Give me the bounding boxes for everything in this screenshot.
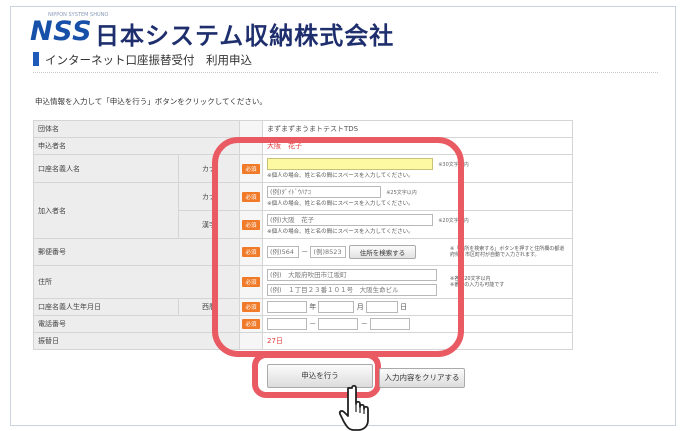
row-address: 住所 必須 (例) 大阪府吹田市江坂町 (例) １丁目２３番１０１号 大阪生命ビ…: [33, 265, 573, 299]
phone-separator: －: [309, 320, 317, 328]
required-badge: 必須: [242, 191, 260, 202]
row-postal: 郵便番号 必須 (例)564 － (例)8523 住所を検索する ※「住所を検索…: [33, 238, 573, 266]
account-holder-note: ※個人の場合、姓と名の間にスペースを入力してください。: [267, 173, 414, 179]
transfer-date-value: 27日: [262, 332, 573, 350]
account-holder-hint: ※30文字以内: [438, 161, 469, 168]
day-unit: 日: [400, 303, 408, 311]
transfer-date-label: 振替日: [33, 332, 240, 350]
postal-label: 郵便番号: [33, 238, 240, 266]
title-divider: [33, 72, 658, 73]
row-transfer-date: 振替日 27日: [33, 332, 573, 350]
member-kanji-hint: ※20文字以内: [438, 217, 469, 224]
row-phone: 電話番号 必須 － －: [33, 315, 573, 333]
title-accent: [33, 52, 39, 66]
phone-2-input[interactable]: [318, 318, 359, 330]
phone-separator: －: [360, 320, 368, 328]
nss-logo: NSS: [30, 16, 93, 47]
address-hint-2: ※番地の入力も可能です: [450, 282, 505, 288]
birth-year-input[interactable]: [267, 301, 307, 313]
account-holder-label: 口座名義人名: [33, 154, 179, 183]
month-unit: 月: [356, 303, 364, 311]
member-kana-hint: ※25文字以内: [386, 189, 417, 196]
row-member-kana: 加入者名 カナ 必須 (例)ﾀﾞｲﾄﾞｳﾊﾅｺ ※25文字以内 ※個人の場合、姓…: [33, 182, 573, 239]
address-search-button[interactable]: 住所を検索する: [348, 245, 417, 259]
member-kanji-note: ※個人の場合、姓と名の間にスペースを入力してください。: [267, 229, 414, 235]
member-label: 加入者名: [33, 182, 179, 239]
applicant-label: 申込者名: [33, 137, 240, 155]
postal-separator: －: [301, 248, 309, 256]
member-kana-input[interactable]: (例)ﾀﾞｲﾄﾞｳﾊﾅｺ: [267, 186, 381, 198]
account-holder-input[interactable]: [267, 158, 433, 170]
required-badge: 必須: [242, 302, 260, 312]
applicant-value: 大阪 花子: [262, 137, 573, 155]
required-badge: 必須: [242, 277, 260, 287]
address-label: 住所: [33, 265, 240, 299]
required-badge: 必須: [242, 247, 260, 257]
year-unit: 年: [309, 303, 317, 311]
required-badge: 必須: [242, 219, 260, 230]
group-label: 団体名: [33, 120, 240, 138]
phone-label: 電話番号: [33, 315, 240, 333]
group-value: まずまずまうまトテストTDS: [262, 120, 573, 138]
page-title: インターネット口座振替受付 利用申込: [45, 53, 252, 67]
pointer-hand-icon: [338, 384, 369, 431]
required-badge: 必須: [242, 163, 260, 174]
address-line-1-input[interactable]: (例) 大阪府吹田市江坂町: [267, 268, 437, 281]
phone-3-input[interactable]: [369, 318, 410, 330]
required-badge: 必須: [242, 319, 260, 329]
address-line-2-input[interactable]: (例) １丁目２３番１０１号 大阪生命ビル: [267, 283, 437, 296]
row-account-holder: 口座名義人名 カナ 必須 ※30文字以内 ※個人の場合、姓と名の間にスペースを入…: [33, 154, 573, 183]
member-kana-note: ※個人の場合、姓と名の間にスペースを入力してください。: [267, 201, 414, 207]
clear-button[interactable]: 入力内容をクリアする: [379, 368, 465, 388]
instruction-text: 申込情報を入力して「申込を行う」ボタンをクリックしてください。: [35, 97, 267, 106]
birth-day-input[interactable]: [365, 301, 398, 313]
birth-month-input[interactable]: [318, 301, 355, 313]
postal-code-2-input[interactable]: (例)8523: [310, 246, 347, 258]
birth-label: 口座名義人生年月日: [33, 298, 179, 316]
row-applicant: 申込者名 大阪 花子: [33, 137, 573, 155]
postal-code-1-input[interactable]: (例)564: [267, 246, 299, 258]
birth-era-label: 西暦: [178, 298, 240, 316]
row-group: 団体名 まずまずまうまトテストTDS: [33, 120, 573, 138]
member-kanji-label: 漢字: [178, 210, 240, 239]
company-name: 日本システム収納株式会社: [95, 22, 395, 50]
member-kanji-input[interactable]: (例)大阪 花子: [267, 214, 433, 226]
account-holder-kana-label: カナ: [178, 154, 240, 183]
member-kana-label: カナ: [178, 182, 240, 211]
application-form: 団体名 まずまずまうまトテストTDS 申込者名 大阪 花子 口座名義人名 カナ …: [33, 120, 573, 350]
phone-1-input[interactable]: [267, 318, 307, 330]
row-birth: 口座名義人生年月日 西暦 必須 年 月 日: [33, 298, 573, 316]
postal-note: ※「住所を検索する」ボタンを押すと住所欄の都道府県・市区町村が自動で入力されます…: [450, 246, 565, 258]
